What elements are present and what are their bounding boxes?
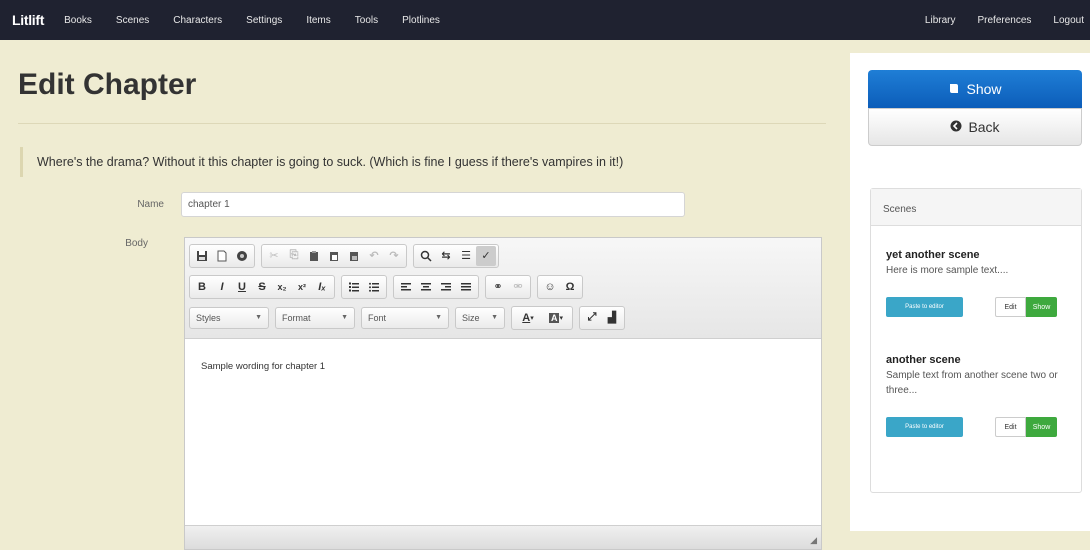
chapter-quote: Where's the drama? Without it this chapt… <box>20 147 828 177</box>
size-label: Size <box>462 312 480 323</box>
resize-handle-icon[interactable]: ◢ <box>810 535 817 546</box>
scene-excerpt: Sample text from another scene two or th… <box>886 370 1058 396</box>
align-center-icon[interactable] <box>416 277 436 297</box>
preview-icon[interactable] <box>232 246 252 266</box>
name-input[interactable] <box>181 192 685 217</box>
spellcheck-icon[interactable]: ✓ <box>476 245 496 266</box>
align-left-icon[interactable] <box>396 277 416 297</box>
nav-settings[interactable]: Settings <box>246 15 282 26</box>
editor-body[interactable]: Sample wording for chapter 1 <box>185 339 821 394</box>
body-label: Body <box>125 238 148 249</box>
new-page-icon[interactable] <box>212 246 232 266</box>
show-button[interactable]: Show <box>868 70 1082 108</box>
nav-items[interactable]: Items <box>306 15 330 26</box>
styles-label: Styles <box>196 312 221 323</box>
nav-right-group: Library Preferences Logout <box>903 15 1090 26</box>
circle-arrow-left-icon <box>950 120 962 135</box>
find-icon[interactable] <box>416 246 436 266</box>
background-color-icon[interactable]: A ▾ <box>542 308 570 328</box>
text-color-icon[interactable]: A ▾ <box>514 308 542 328</box>
rich-text-editor: ✂ ⎘ ↶ ↷ ⇆ ☰ ✓ B I U S x₂ x² Iₓ ⚭ ⚮ ☺ Ω S… <box>184 237 822 550</box>
redo-icon[interactable]: ↷ <box>384 246 404 266</box>
back-button-label: Back <box>968 119 1000 135</box>
undo-icon[interactable]: ↶ <box>364 246 384 266</box>
edit-scene-button[interactable]: Edit <box>995 417 1026 437</box>
bold-icon[interactable]: B <box>192 277 212 297</box>
brand-logo[interactable]: Litlift <box>12 12 44 28</box>
format-dropdown[interactable]: Format ▼ <box>275 306 355 329</box>
scene-item: another scene Sample text from another s… <box>886 354 1071 437</box>
show-scene-button[interactable]: Show <box>1026 297 1057 317</box>
replace-icon[interactable]: ⇆ <box>436 246 456 266</box>
right-sidebar: Show Back Scenes yet another scene Here … <box>850 53 1090 531</box>
smiley-icon[interactable]: ☺ <box>540 277 560 297</box>
top-navbar: Litlift Books Scenes Characters Settings… <box>0 0 1090 40</box>
strikethrough-icon[interactable]: S <box>252 277 272 297</box>
scenes-heading: Scenes <box>871 189 1081 226</box>
styles-dropdown[interactable]: Styles ▼ <box>189 306 269 329</box>
superscript-icon[interactable]: x² <box>292 277 312 297</box>
link-icon[interactable]: ⚭ <box>488 277 508 297</box>
special-char-icon[interactable]: Ω <box>560 277 580 297</box>
back-button[interactable]: Back <box>868 108 1082 146</box>
editor-statusbar: ◢ <box>185 525 821 549</box>
numbered-list-icon[interactable] <box>344 277 364 297</box>
paste-text-icon[interactable] <box>324 246 344 266</box>
edit-scene-button[interactable]: Edit <box>995 297 1026 317</box>
cut-icon[interactable]: ✂ <box>264 246 284 266</box>
align-right-icon[interactable] <box>436 277 456 297</box>
chevron-down-icon: ▼ <box>341 314 348 321</box>
scene-title: another scene <box>886 354 961 366</box>
page-title: Edit Chapter <box>18 68 197 101</box>
copy-icon[interactable]: ⎘ <box>284 246 304 266</box>
maximize-icon[interactable]: ⤢ <box>582 308 602 328</box>
scene-item: yet another scene Here is more sample te… <box>886 249 1071 317</box>
nav-logout[interactable]: Logout <box>1053 15 1084 26</box>
italic-icon[interactable]: I <box>212 277 232 297</box>
show-blocks-icon[interactable]: ▟ <box>602 308 622 328</box>
font-dropdown[interactable]: Font ▼ <box>361 306 449 329</box>
nav-tools[interactable]: Tools <box>355 15 378 26</box>
name-label: Name <box>137 199 164 210</box>
nav-scenes[interactable]: Scenes <box>116 15 149 26</box>
show-button-label: Show <box>966 81 1002 97</box>
paste-to-editor-button[interactable]: Paste to editor <box>886 417 963 437</box>
bulleted-list-icon[interactable] <box>364 277 384 297</box>
paste-icon[interactable] <box>304 246 324 266</box>
remove-format-icon[interactable]: Iₓ <box>312 277 332 297</box>
chevron-down-icon: ▼ <box>435 314 442 321</box>
show-scene-button[interactable]: Show <box>1026 417 1057 437</box>
format-label: Format <box>282 312 311 323</box>
chevron-down-icon: ▼ <box>255 314 262 321</box>
nav-books[interactable]: Books <box>64 15 92 26</box>
nav-plotlines[interactable]: Plotlines <box>402 15 440 26</box>
select-all-icon[interactable]: ☰ <box>456 246 476 266</box>
justify-icon[interactable] <box>456 277 476 297</box>
font-label: Font <box>368 312 387 323</box>
underline-icon[interactable]: U <box>232 277 252 297</box>
paste-word-icon[interactable] <box>344 246 364 266</box>
editor-toolbar: ✂ ⎘ ↶ ↷ ⇆ ☰ ✓ B I U S x₂ x² Iₓ ⚭ ⚮ ☺ Ω S… <box>185 238 821 339</box>
scene-title: yet another scene <box>886 249 980 261</box>
size-dropdown[interactable]: Size ▼ <box>455 306 505 329</box>
nav-library[interactable]: Library <box>925 15 956 26</box>
nav-preferences[interactable]: Preferences <box>977 15 1031 26</box>
unlink-icon[interactable]: ⚮ <box>508 277 528 297</box>
chevron-down-icon: ▼ <box>491 314 498 321</box>
save-icon[interactable] <box>192 246 212 266</box>
paste-to-editor-button[interactable]: Paste to editor <box>886 297 963 317</box>
scene-excerpt: Here is more sample text.... <box>886 265 1009 276</box>
subscript-icon[interactable]: x₂ <box>272 277 292 297</box>
scenes-panel: Scenes yet another scene Here is more sa… <box>870 188 1082 493</box>
nav-characters[interactable]: Characters <box>173 15 222 26</box>
book-icon <box>948 82 960 97</box>
title-divider <box>18 123 826 124</box>
